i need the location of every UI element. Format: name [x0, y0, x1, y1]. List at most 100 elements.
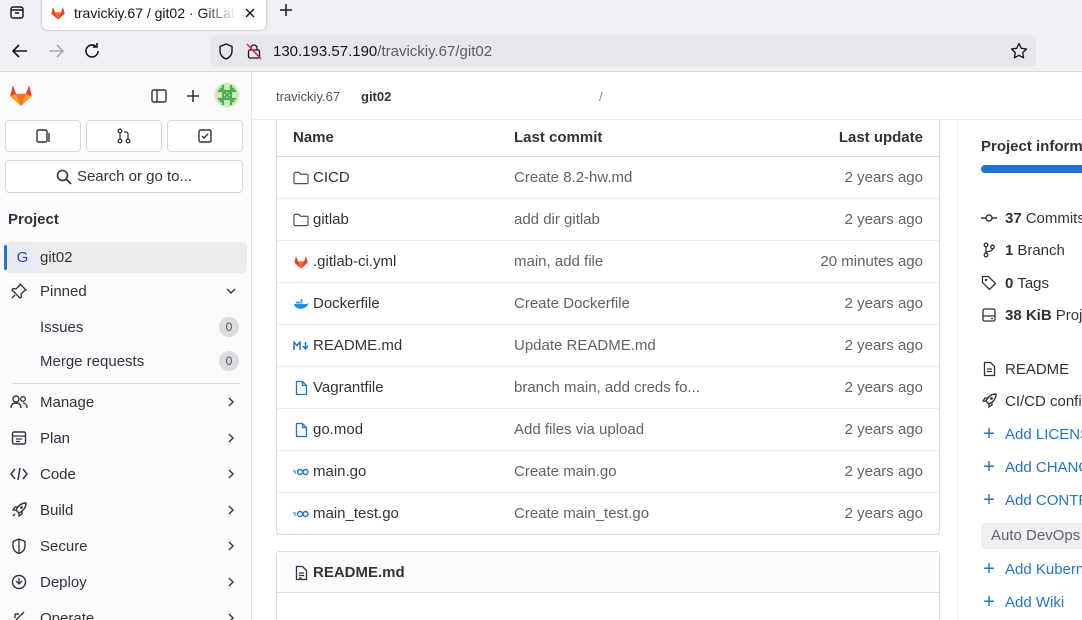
- add-wiki-label: Add Wiki: [1005, 593, 1065, 611]
- sidebar-item-manage[interactable]: Manage: [0, 385, 251, 419]
- file-name[interactable]: .gitlab-ci.yml: [313, 253, 396, 270]
- secure-label: Secure: [40, 537, 88, 555]
- todo-list-button[interactable]: [167, 120, 243, 152]
- table-row[interactable]: CICD Create 8.2-hw.md 2 years ago: [277, 157, 939, 199]
- commits-label: Commits: [1025, 209, 1082, 227]
- commit-message[interactable]: Create Dockerfile: [514, 295, 630, 312]
- table-row[interactable]: gitlab add dir gitlab 2 years ago: [277, 199, 939, 241]
- bookmark-star-icon[interactable]: [1010, 42, 1028, 64]
- back-icon[interactable]: [10, 41, 30, 61]
- file-name[interactable]: gitlab: [313, 211, 349, 228]
- file-name[interactable]: Dockerfile: [313, 295, 380, 312]
- storage-link[interactable]: 38 KiBProject Storage: [981, 305, 1082, 325]
- sidebar-item-project[interactable]: G git02: [4, 242, 247, 273]
- address-bar[interactable]: 130.193.57.190/travickiy.67/git02: [210, 35, 1036, 67]
- commit-message[interactable]: Add files via upload: [514, 421, 644, 438]
- file-name[interactable]: README.md: [313, 337, 402, 354]
- cicd-config-link[interactable]: CI/CD configuration: [981, 391, 1082, 411]
- readme-panel: README.md: [276, 551, 940, 620]
- column-header-commit: Last commit: [514, 129, 603, 146]
- commit-icon: [981, 210, 997, 226]
- table-row[interactable]: main_test.go Create main_test.go 2 years…: [277, 493, 939, 534]
- chevron-down-icon: [224, 284, 238, 298]
- forward-icon[interactable]: [46, 41, 66, 61]
- commit-message[interactable]: Update README.md: [514, 337, 656, 354]
- new-tab-icon[interactable]: [276, 0, 296, 20]
- chevron-right-icon: [224, 539, 238, 553]
- table-row[interactable]: Vagrantfile branch main, add creds fo...…: [277, 367, 939, 409]
- table-row[interactable]: go.mod Add files via upload 2 years ago: [277, 409, 939, 451]
- readme-link[interactable]: README: [981, 359, 1069, 379]
- sidebar-item-issues[interactable]: Issues 0: [0, 310, 251, 344]
- sidebar-item-code[interactable]: Code: [0, 457, 251, 491]
- section-label: Project: [8, 211, 59, 228]
- commit-message[interactable]: main, add file: [514, 253, 603, 270]
- last-update: 2 years ago: [844, 505, 923, 522]
- gitlab-file-icon: [293, 254, 309, 270]
- file-text-icon: [295, 565, 308, 585]
- sidebar-item-deploy[interactable]: Deploy: [0, 565, 251, 599]
- main-content: Name Last commit Last update CICD Create…: [252, 120, 957, 620]
- insecure-lock-icon[interactable]: [246, 43, 262, 64]
- tracking-protection-icon[interactable]: [218, 43, 234, 64]
- auto-devops-badge[interactable]: Auto DevOps enabled: [981, 523, 1082, 549]
- file-name[interactable]: main.go: [313, 463, 366, 480]
- add-kubernetes-link[interactable]: + Add Kubernetes cluster: [981, 558, 1082, 580]
- sidebar-item-secure[interactable]: Secure: [0, 529, 251, 563]
- file-name[interactable]: go.mod: [313, 421, 363, 438]
- commit-message[interactable]: branch main, add creds fo...: [514, 379, 700, 396]
- tags-link[interactable]: 0 Tags: [981, 273, 1049, 293]
- users-icon: [10, 393, 28, 411]
- table-row[interactable]: .gitlab-ci.yml main, add file 20 minutes…: [277, 241, 939, 283]
- file-icon: [981, 361, 997, 377]
- create-new-icon[interactable]: [183, 86, 203, 106]
- sidebar-item-pinned[interactable]: Pinned: [0, 274, 251, 308]
- readme-title[interactable]: README.md: [313, 564, 405, 581]
- add-wiki-link[interactable]: + Add Wiki: [981, 591, 1065, 613]
- breadcrumb-parent[interactable]: travickiy.67: [276, 89, 340, 104]
- collapse-sidebar-icon[interactable]: [149, 86, 169, 106]
- issues-label: Issues: [40, 318, 84, 336]
- add-contributing-label: Add CONTRIBUTING: [1005, 491, 1082, 509]
- merge-requests-button[interactable]: [86, 120, 162, 152]
- table-header: Name Last commit Last update: [277, 120, 939, 157]
- deploy-icon: [10, 573, 28, 591]
- add-changelog-link[interactable]: + Add CHANGELOG: [981, 456, 1082, 478]
- chevron-right-icon: [224, 431, 238, 445]
- breadcrumb-current[interactable]: git02: [361, 89, 391, 104]
- operate-label: Operate: [40, 609, 95, 620]
- tag-icon: [981, 275, 997, 291]
- file-name[interactable]: main_test.go: [313, 505, 399, 522]
- commit-message[interactable]: Create main_test.go: [514, 505, 649, 522]
- file-name[interactable]: CICD: [313, 169, 350, 186]
- branches-label: Branch: [1017, 241, 1065, 259]
- gitlab-logo-icon[interactable]: [8, 82, 34, 112]
- add-contributing-link[interactable]: + Add CONTRIBUTING: [981, 489, 1082, 511]
- browser-tab[interactable]: travickiy.67 / git02 · GitLab: [42, 0, 266, 30]
- assigned-issues-button[interactable]: [5, 120, 81, 152]
- commits-link[interactable]: 37 Commits: [981, 208, 1082, 228]
- sidebar-item-plan[interactable]: Plan: [0, 421, 251, 455]
- table-row[interactable]: main.go Create main.go 2 years ago: [277, 451, 939, 493]
- tab-list-icon[interactable]: [6, 3, 28, 21]
- shield-icon: [10, 537, 28, 555]
- sidebar-item-merge-requests[interactable]: Merge requests 0: [0, 344, 251, 378]
- add-license-link[interactable]: + Add LICENSE: [981, 423, 1082, 445]
- avatar[interactable]: [214, 82, 240, 108]
- commit-message[interactable]: add dir gitlab: [514, 211, 600, 228]
- commit-message[interactable]: Create 8.2-hw.md: [514, 169, 632, 186]
- breadcrumb-separator: /: [599, 89, 603, 104]
- file-icon: [293, 380, 309, 396]
- search-button[interactable]: Search or go to...: [5, 160, 243, 193]
- commit-message[interactable]: Create main.go: [514, 463, 617, 480]
- table-row[interactable]: Dockerfile Create Dockerfile 2 years ago: [277, 283, 939, 325]
- close-tab-icon[interactable]: [242, 5, 258, 21]
- branches-link[interactable]: 1 Branch: [981, 240, 1065, 260]
- column-header-name: Name: [293, 129, 334, 146]
- issues-icon: [36, 129, 50, 143]
- reload-icon[interactable]: [82, 41, 102, 61]
- sidebar-item-build[interactable]: Build: [0, 493, 251, 527]
- sidebar-item-operate[interactable]: Operate: [0, 601, 251, 620]
- table-row[interactable]: README.md Update README.md 2 years ago: [277, 325, 939, 367]
- file-name[interactable]: Vagrantfile: [313, 379, 384, 396]
